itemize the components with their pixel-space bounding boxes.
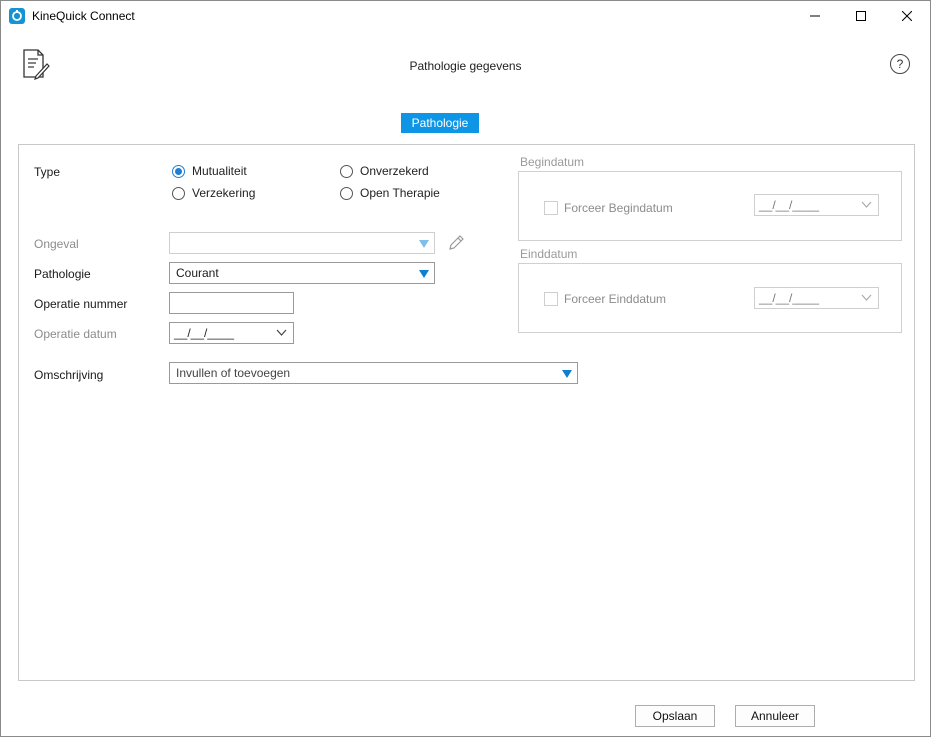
radio-unchecked-icon (340, 186, 353, 200)
radio-mutualiteit[interactable]: Mutualiteit (172, 164, 247, 178)
begindatum-picker[interactable]: __/__/____ (754, 194, 879, 216)
checkbox-icon (544, 201, 558, 215)
einddatum-title: Einddatum (520, 247, 578, 261)
cancel-button[interactable]: Annuleer (735, 705, 815, 727)
edit-pencil-icon[interactable] (447, 234, 465, 252)
close-button[interactable] (884, 1, 930, 31)
ongeval-label: Ongeval (34, 237, 79, 251)
type-label: Type (34, 165, 61, 179)
pathologie-label: Pathologie (34, 267, 91, 281)
title-bar[interactable]: KineQuick Connect (1, 1, 930, 31)
window-title: KineQuick Connect (32, 9, 135, 23)
radio-open-therapie[interactable]: Open Therapie (340, 186, 440, 200)
app-window: KineQuick Connect Pathologie gegevens ? … (0, 0, 931, 737)
einddatum-picker[interactable]: __/__/____ (754, 287, 879, 309)
dropdown-arrow-icon (419, 240, 429, 248)
checkbox-label: Forceer Begindatum (564, 201, 673, 215)
omschrijving-placeholder: Invullen of toevoegen (176, 366, 291, 380)
einddatum-value: __/__/____ (759, 291, 820, 305)
app-logo-icon (9, 8, 25, 24)
operatie-nummer-label: Operatie nummer (34, 297, 128, 311)
page-title: Pathologie gegevens (409, 59, 522, 73)
close-icon (902, 11, 912, 21)
maximize-button[interactable] (838, 1, 884, 31)
dropdown-arrow-icon (419, 270, 429, 278)
minimize-icon (810, 15, 820, 17)
radio-label: Open Therapie (360, 186, 440, 200)
checkbox-icon (544, 292, 558, 306)
begindatum-value: __/__/____ (759, 198, 820, 212)
chevron-down-icon (861, 201, 872, 208)
radio-onverzekerd[interactable]: Onverzekerd (340, 164, 429, 178)
begindatum-title: Begindatum (520, 155, 585, 169)
forceer-einddatum-checkbox[interactable]: Forceer Einddatum (544, 292, 666, 306)
operatie-datum-picker[interactable]: __/__/____ (169, 322, 294, 344)
operatie-nummer-input[interactable] (169, 292, 294, 314)
help-icon[interactable]: ? (890, 54, 910, 74)
omschrijving-dropdown[interactable]: Invullen of toevoegen (169, 362, 578, 384)
radio-verzekering[interactable]: Verzekering (172, 186, 255, 200)
pathologie-value: Courant (176, 266, 219, 280)
radio-label: Verzekering (192, 186, 256, 200)
chevron-down-icon (861, 294, 872, 301)
chevron-down-icon (276, 329, 287, 336)
pathologie-dropdown[interactable]: Courant (169, 262, 435, 284)
operatie-datum-value: __/__/____ (174, 326, 235, 340)
ongeval-dropdown[interactable] (169, 232, 435, 254)
radio-checked-icon (172, 164, 185, 178)
radio-label: Mutualiteit (192, 164, 247, 178)
radio-unchecked-icon (172, 186, 185, 200)
radio-unchecked-icon (340, 164, 353, 178)
dropdown-arrow-icon (562, 370, 572, 378)
forceer-begindatum-checkbox[interactable]: Forceer Begindatum (544, 201, 673, 215)
minimize-button[interactable] (792, 1, 838, 31)
omschrijving-label: Omschrijving (34, 368, 104, 382)
maximize-icon (856, 11, 866, 21)
operatie-datum-label: Operatie datum (34, 327, 117, 341)
radio-label: Onverzekerd (360, 164, 429, 178)
save-button[interactable]: Opslaan (635, 705, 715, 727)
tab-pathologie[interactable]: Pathologie (401, 113, 479, 133)
checkbox-label: Forceer Einddatum (564, 292, 667, 306)
